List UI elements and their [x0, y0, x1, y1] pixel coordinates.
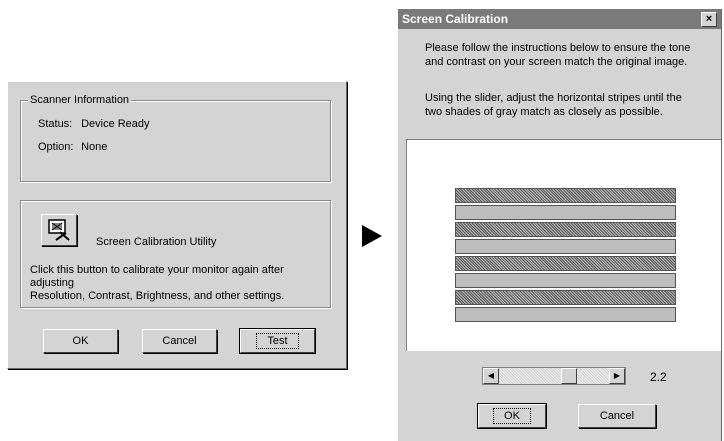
stripe-hatch: [455, 188, 676, 203]
instruction-slider-line2: two shades of gray match as closely as p…: [425, 106, 663, 118]
instruction-tone: Please follow the instructions below to …: [425, 41, 715, 69]
cancel-button[interactable]: Cancel: [142, 329, 217, 353]
calibration-ok-button[interactable]: OK: [477, 403, 547, 429]
utility-label: Screen Calibration Utility: [96, 236, 217, 248]
scanner-settings-dialog: Scanner Information Status: Device Ready…: [7, 81, 347, 369]
stripe-solid: [455, 273, 676, 288]
screen-calibration-dialog: Screen Calibration × Please follow the i…: [397, 9, 722, 441]
stripe-solid: [455, 239, 676, 254]
ok-button[interactable]: OK: [43, 329, 118, 353]
option-row: Option: None: [38, 141, 107, 153]
stripe-pattern: [455, 188, 676, 322]
test-button[interactable]: Test: [239, 328, 316, 354]
right-arrow-icon: [362, 225, 382, 247]
utility-description-line1: Click this button to calibrate your moni…: [30, 264, 284, 289]
utility-description-line2: Resolution, Contrast, Brightness, and ot…: [30, 290, 285, 302]
slider-thumb[interactable]: [561, 368, 577, 384]
instruction-slider: Using the slider, adjust the horizontal …: [425, 91, 715, 119]
calibration-ok-label: OK: [493, 408, 531, 424]
instruction-tone-line1: Please follow the instructions below to …: [425, 42, 691, 54]
stripe-solid: [455, 307, 676, 322]
stripe-hatch: [455, 290, 676, 305]
dialog-title: Screen Calibration: [402, 12, 509, 26]
slider-value: 2.2: [650, 370, 667, 384]
calibration-utility-group: Screen Calibration Utility Click this bu…: [20, 200, 331, 308]
utility-description: Click this button to calibrate your moni…: [30, 264, 330, 303]
title-bar: Screen Calibration ×: [398, 9, 721, 29]
scanner-information-title: Scanner Information: [28, 94, 132, 106]
gamma-slider[interactable]: ◀ ▶: [482, 367, 626, 385]
screen-calibration-button[interactable]: [41, 214, 77, 246]
close-icon[interactable]: ×: [701, 12, 717, 27]
scroll-left-icon[interactable]: ◀: [483, 368, 499, 384]
instruction-slider-line1: Using the slider, adjust the horizontal …: [425, 92, 682, 104]
stripe-hatch: [455, 222, 676, 237]
test-button-label: Test: [256, 333, 299, 349]
stripe-hatch: [455, 256, 676, 271]
stripe-solid: [455, 205, 676, 220]
calibration-cancel-button[interactable]: Cancel: [578, 404, 656, 428]
monitor-calibration-icon: [48, 219, 70, 241]
instruction-tone-line2: and contrast on your screen match the or…: [425, 56, 688, 68]
scanner-information-group: Scanner Information Status: Device Ready…: [20, 94, 331, 182]
status-label: Status:: [38, 118, 73, 130]
option-value: None: [81, 141, 108, 153]
option-label: Option:: [38, 141, 74, 153]
status-row: Status: Device Ready: [38, 118, 150, 130]
calibration-canvas: [406, 139, 721, 351]
status-value: Device Ready: [81, 118, 150, 130]
scroll-right-icon[interactable]: ▶: [609, 368, 625, 384]
